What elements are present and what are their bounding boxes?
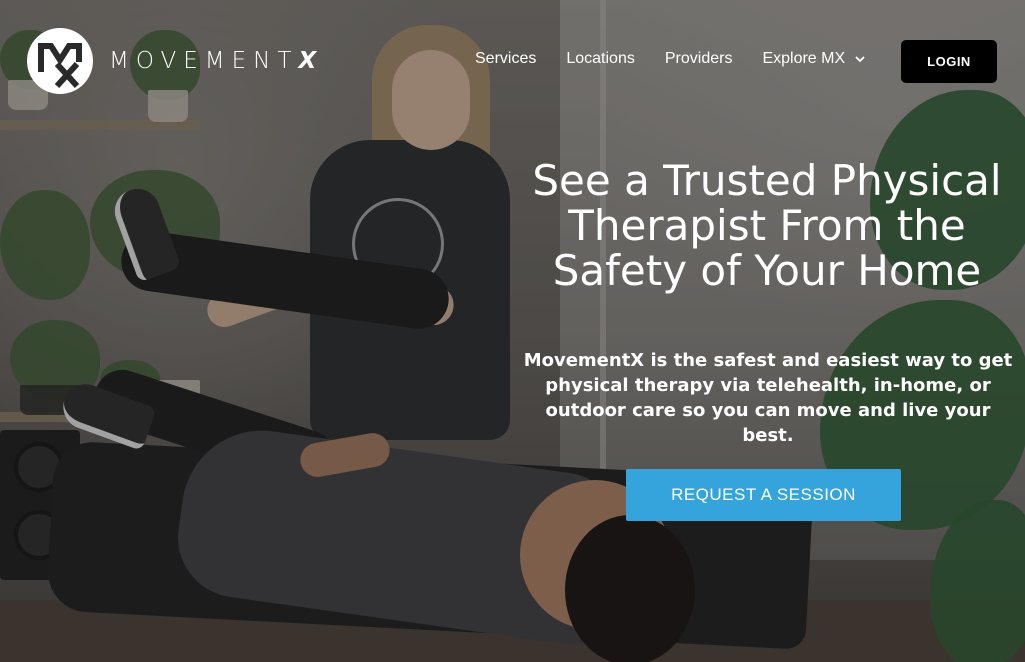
- nav-explore-mx[interactable]: Explore MX: [762, 50, 867, 68]
- main-nav: Services Locations Providers Explore MX: [475, 50, 897, 68]
- nav-services[interactable]: Services: [475, 50, 536, 68]
- hero-headline: See a Trusted Physical Therapist From th…: [532, 156, 1002, 295]
- brand-logo[interactable]: MOVEMENTX: [27, 28, 316, 94]
- chevron-down-icon: [855, 56, 865, 63]
- mx-logo-icon: [27, 28, 93, 94]
- nav-locations[interactable]: Locations: [566, 50, 635, 68]
- nav-explore-mx-label: Explore MX: [762, 50, 846, 67]
- nav-providers[interactable]: Providers: [665, 50, 733, 68]
- login-button[interactable]: LOGIN: [901, 40, 997, 83]
- brand-name: MOVEMENTX: [109, 48, 317, 74]
- site-header: MOVEMENTX Services Locations Providers E…: [0, 0, 1025, 122]
- hero-subtext: MovementX is the safest and easiest way …: [523, 350, 1013, 446]
- request-session-button[interactable]: REQUEST A SESSION: [626, 469, 901, 521]
